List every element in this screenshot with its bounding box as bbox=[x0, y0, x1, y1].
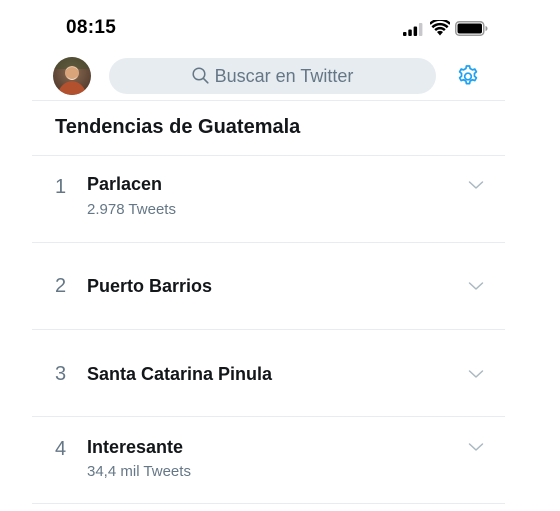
trend-rank: 3 bbox=[55, 363, 67, 385]
trend-item[interactable]: 3 Santa Catarina Pinula bbox=[32, 330, 505, 417]
search-placeholder: Buscar en Twitter bbox=[214, 65, 354, 86]
trend-item[interactable]: 1 Parlacen 2.978 Tweets bbox=[32, 156, 505, 243]
section-title: Tendencias de Guatemala bbox=[55, 116, 301, 138]
header-divider bbox=[32, 100, 505, 101]
trend-name: Parlacen bbox=[87, 174, 163, 194]
status-time: 08:15 bbox=[66, 17, 117, 38]
trend-name: Puerto Barrios bbox=[87, 276, 213, 296]
trend-item[interactable]: 2 Puerto Barrios bbox=[32, 243, 505, 330]
trend-tweet-count: 34,4 mil Tweets bbox=[87, 463, 191, 480]
chevron-down-icon[interactable] bbox=[468, 180, 484, 190]
avatar[interactable] bbox=[53, 57, 91, 95]
chevron-down-icon[interactable] bbox=[468, 369, 484, 379]
trend-rank: 1 bbox=[55, 176, 67, 198]
trend-name: Santa Catarina Pinula bbox=[87, 364, 273, 384]
wifi-icon bbox=[430, 20, 450, 36]
trend-rank: 4 bbox=[55, 438, 67, 460]
trend-item[interactable]: 4 Interesante 34,4 mil Tweets bbox=[32, 417, 505, 504]
gear-icon[interactable] bbox=[456, 64, 480, 88]
chevron-down-icon[interactable] bbox=[468, 442, 484, 452]
trend-tweet-count: 2.978 Tweets bbox=[87, 201, 176, 218]
status-icons bbox=[403, 19, 489, 39]
status-bar: 08:15 bbox=[0, 0, 560, 52]
battery-icon bbox=[455, 21, 488, 36]
header: Buscar en Twitter bbox=[0, 52, 560, 100]
search-input[interactable]: Buscar en Twitter bbox=[109, 58, 436, 94]
search-icon bbox=[192, 66, 209, 84]
trend-rank: 2 bbox=[55, 275, 67, 297]
signal-icon bbox=[403, 23, 423, 36]
chevron-down-icon[interactable] bbox=[468, 281, 484, 291]
trend-name: Interesante bbox=[87, 437, 184, 457]
